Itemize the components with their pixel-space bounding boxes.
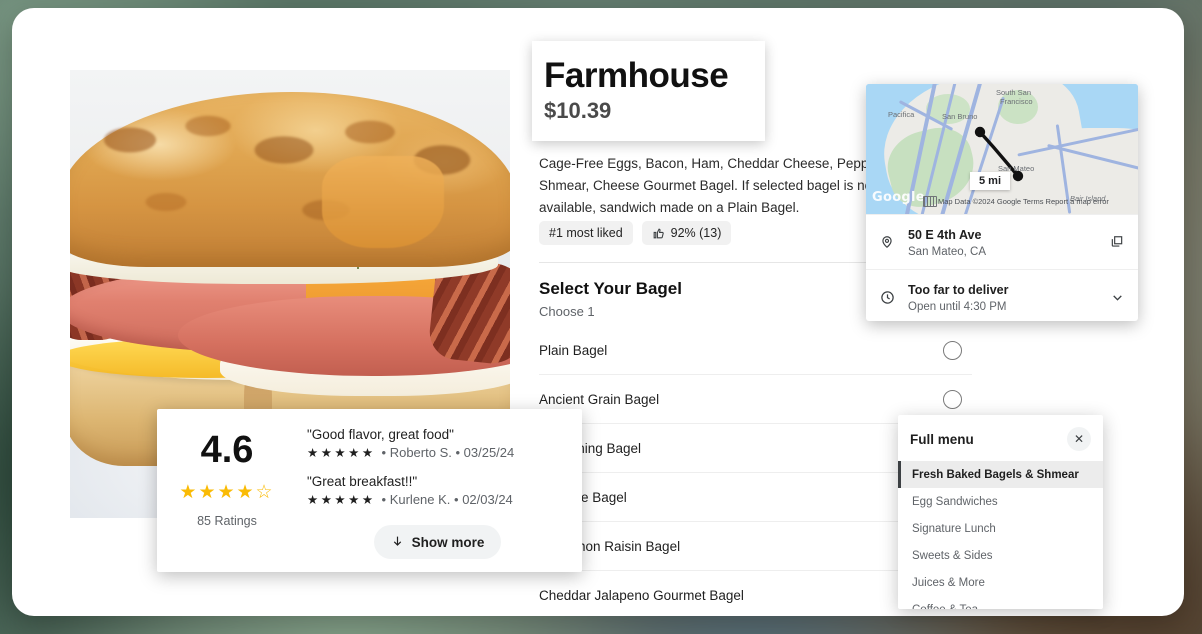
review-author: Kurlene K.	[389, 492, 451, 507]
menu-category-juices-more[interactable]: Juices & More	[898, 569, 1103, 596]
location-pin-icon	[878, 234, 896, 250]
product-title-card: Farmhouse $10.39	[532, 41, 765, 141]
chevron-down-icon[interactable]	[1108, 291, 1126, 304]
map-label: South San	[996, 88, 1032, 97]
reviews-list: "Good flavor, great food" ★★★★★ • Robert…	[297, 409, 582, 572]
status-badge-thumbs-up: 92% (13)	[641, 221, 732, 245]
menu-category-label: Egg Sandwiches	[912, 495, 998, 508]
radio-button[interactable]	[943, 389, 962, 409]
delivery-status-row[interactable]: Too far to deliver Open until 4:30 PM	[866, 269, 1138, 321]
map-attribution: Map Data ©2024 Google Terms Report a map…	[938, 197, 1109, 206]
rating-score: 4.6	[200, 429, 254, 471]
option-label: Ancient Grain Bagel	[539, 391, 660, 407]
close-icon[interactable]: ✕	[1067, 427, 1091, 451]
review-meta: ★★★★★ • Kurlene K. • 02/03/24	[307, 492, 568, 507]
arrow-down-icon	[391, 534, 404, 551]
full-menu-title: Full menu	[910, 431, 974, 447]
menu-category-fresh-baked-bagels[interactable]: Fresh Baked Bagels & Shmear	[898, 461, 1103, 488]
product-description: Cage-Free Eggs, Bacon, Ham, Cheddar Chee…	[539, 156, 881, 215]
radio-button[interactable]	[943, 340, 962, 360]
option-label: Cheddar Jalapeno Gourmet Bagel	[539, 587, 744, 603]
app-screen: Farmhouse $10.39 Cage-Free Eggs, Bacon, …	[0, 0, 1202, 634]
badge-label: #1 most liked	[549, 226, 623, 240]
ratings-card: 4.6 ★★★★☆ 85 Ratings "Good flavor, great…	[157, 409, 582, 572]
review-meta: ★★★★★ • Roberto S. • 03/25/24	[307, 445, 568, 460]
list-item: "Great breakfast!!" ★★★★★ • Kurlene K. •…	[307, 474, 568, 507]
status-badge-most-liked: #1 most liked	[539, 221, 633, 245]
menu-category-coffee-tea[interactable]: Coffee & Tea	[898, 596, 1103, 610]
menu-category-label: Sweets & Sides	[912, 549, 993, 562]
badge-row: #1 most liked 92% (13)	[539, 221, 732, 245]
full-menu-panel: Full menu ✕ Fresh Baked Bagels & Shmear …	[898, 415, 1103, 609]
ratings-summary: 4.6 ★★★★☆ 85 Ratings	[157, 409, 297, 572]
review-author-date: • Kurlene K. • 02/03/24	[381, 492, 513, 507]
delivery-text: Too far to deliver Open until 4:30 PM	[908, 281, 1096, 313]
address-line-1: 50 E 4th Ave	[908, 228, 982, 242]
review-date: 02/03/24	[462, 492, 513, 507]
review-quote: "Good flavor, great food"	[307, 427, 454, 442]
menu-category-label: Juices & More	[912, 576, 985, 589]
product-price: $10.39	[544, 98, 612, 124]
review-author-date: • Roberto S. • 03/25/24	[381, 445, 515, 460]
full-menu-header: Full menu ✕	[898, 415, 1103, 461]
section-title: Select Your Bagel	[539, 279, 682, 298]
clock-icon	[878, 290, 896, 305]
review-author: Roberto S.	[389, 445, 452, 460]
keyboard-shortcuts-icon[interactable]	[923, 196, 937, 207]
store-address-row[interactable]: 50 E 4th Ave San Mateo, CA	[866, 214, 1138, 269]
review-stars-icon: ★★★★★	[307, 493, 376, 507]
show-more-label: Show more	[411, 534, 485, 550]
store-info-card: South San Francisco Pacifica San Bruno S…	[866, 84, 1138, 321]
map-label: Francisco	[1000, 97, 1033, 106]
option-label: Plain Bagel	[539, 342, 608, 358]
list-item[interactable]: Plain Bagel	[539, 326, 972, 375]
delivery-line-2: Open until 4:30 PM	[908, 301, 1007, 313]
page-title: Farmhouse	[544, 55, 729, 95]
review-date: 03/25/24	[463, 445, 515, 460]
menu-category-egg-sandwiches[interactable]: Egg Sandwiches	[898, 488, 1103, 515]
google-logo: Google	[872, 190, 925, 205]
copy-icon[interactable]	[1108, 235, 1126, 249]
thumbs-up-icon	[652, 227, 665, 240]
rating-count: 85 Ratings	[197, 514, 257, 528]
badge-label: 92% (13)	[670, 226, 722, 240]
map-label: San Bruno	[942, 112, 978, 121]
menu-category-label: Fresh Baked Bagels & Shmear	[912, 468, 1079, 481]
map-preview[interactable]: South San Francisco Pacifica San Bruno S…	[866, 84, 1138, 214]
menu-category-label: Signature Lunch	[912, 522, 996, 535]
rating-stars-icon: ★★★★☆	[179, 482, 275, 503]
menu-category-sweets-sides[interactable]: Sweets & Sides	[898, 542, 1103, 569]
review-stars-icon: ★★★★★	[307, 446, 376, 460]
address-text: 50 E 4th Ave San Mateo, CA	[908, 226, 1096, 258]
list-item: "Good flavor, great food" ★★★★★ • Robert…	[307, 427, 568, 460]
section-subtitle: Choose 1	[539, 304, 595, 319]
map-scale-label: 5 mi	[970, 172, 1011, 190]
menu-category-signature-lunch[interactable]: Signature Lunch	[898, 515, 1103, 542]
menu-category-label: Coffee & Tea	[912, 604, 978, 610]
review-quote: "Great breakfast!!"	[307, 474, 418, 489]
map-label: Pacifica	[888, 110, 915, 119]
delivery-line-1: Too far to deliver	[908, 283, 1009, 297]
show-more-button[interactable]: Show more	[374, 525, 501, 559]
melted-cheese	[322, 156, 444, 248]
address-line-2: San Mateo, CA	[908, 246, 986, 258]
